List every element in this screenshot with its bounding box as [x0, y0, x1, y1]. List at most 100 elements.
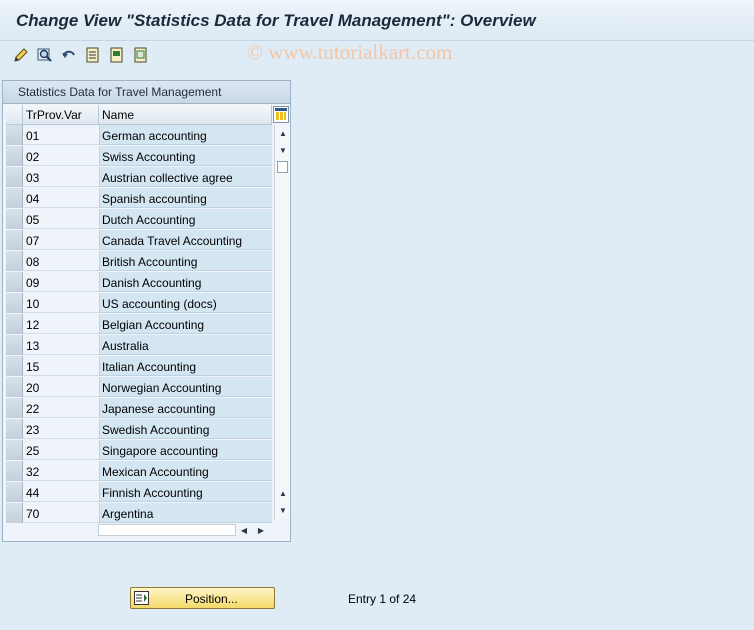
- table-row[interactable]: 32 Mexican Accounting: [6, 461, 272, 482]
- deselect-all-icon[interactable]: [132, 46, 150, 64]
- row-selector[interactable]: [6, 146, 23, 166]
- undo-icon[interactable]: [60, 46, 78, 64]
- table-row[interactable]: 02 Swiss Accounting: [6, 146, 272, 167]
- display-change-icon[interactable]: [12, 46, 30, 64]
- cell-name[interactable]: Finnish Accounting: [99, 482, 272, 502]
- cell-trprov-var[interactable]: 10: [23, 293, 99, 313]
- row-selector[interactable]: [6, 272, 23, 292]
- cell-name[interactable]: Singapore accounting: [99, 440, 272, 460]
- scroll-page-down-icon[interactable]: ▼: [276, 503, 290, 517]
- scroll-left-icon[interactable]: ◀: [237, 524, 251, 537]
- cell-trprov-var[interactable]: 20: [23, 377, 99, 397]
- cell-name[interactable]: British Accounting: [99, 251, 272, 271]
- find-icon[interactable]: [36, 46, 54, 64]
- table-row[interactable]: 23 Swedish Accounting: [6, 419, 272, 440]
- cell-trprov-var[interactable]: 44: [23, 482, 99, 502]
- row-selector[interactable]: [6, 482, 23, 502]
- horizontal-scrollbar[interactable]: ◀ ▶: [96, 521, 274, 539]
- cell-name[interactable]: Dutch Accounting: [99, 209, 272, 229]
- cell-name[interactable]: Japanese accounting: [99, 398, 272, 418]
- row-selector[interactable]: [6, 188, 23, 208]
- position-button[interactable]: Position...: [130, 587, 275, 609]
- cell-trprov-var[interactable]: 25: [23, 440, 99, 460]
- row-selector[interactable]: [6, 356, 23, 376]
- row-selector[interactable]: [6, 125, 23, 145]
- position-button-label: Position...: [185, 592, 238, 606]
- cell-name[interactable]: Italian Accounting: [99, 356, 272, 376]
- entry-counter: Entry 1 of 24: [348, 592, 417, 606]
- cell-name[interactable]: Argentina: [99, 503, 272, 523]
- table-control: Statistics Data for Travel Management Tr…: [2, 80, 291, 542]
- cell-name[interactable]: Danish Accounting: [99, 272, 272, 292]
- cell-trprov-var[interactable]: 23: [23, 419, 99, 439]
- cell-name[interactable]: Swedish Accounting: [99, 419, 272, 439]
- cell-trprov-var[interactable]: 02: [23, 146, 99, 166]
- select-block-icon[interactable]: [108, 46, 126, 64]
- row-selector[interactable]: [6, 503, 23, 523]
- row-selector[interactable]: [6, 377, 23, 397]
- cell-trprov-var[interactable]: 70: [23, 503, 99, 523]
- table-row[interactable]: 04 Spanish accounting: [6, 188, 272, 209]
- cell-trprov-var[interactable]: 03: [23, 167, 99, 187]
- select-all-icon[interactable]: [84, 46, 102, 64]
- table-row[interactable]: 22 Japanese accounting: [6, 398, 272, 419]
- table-row[interactable]: 03 Austrian collective agree: [6, 167, 272, 188]
- column-header-trprov-var[interactable]: TrProv.Var: [23, 105, 99, 125]
- row-selector[interactable]: [6, 230, 23, 250]
- cell-trprov-var[interactable]: 15: [23, 356, 99, 376]
- table-row[interactable]: 15 Italian Accounting: [6, 356, 272, 377]
- row-selector[interactable]: [6, 335, 23, 355]
- cell-trprov-var[interactable]: 08: [23, 251, 99, 271]
- table-row[interactable]: 05 Dutch Accounting: [6, 209, 272, 230]
- table-row[interactable]: 12 Belgian Accounting: [6, 314, 272, 335]
- row-selector[interactable]: [6, 167, 23, 187]
- page-title: Change View "Statistics Data for Travel …: [16, 11, 536, 30]
- cell-name[interactable]: Mexican Accounting: [99, 461, 272, 481]
- table-row[interactable]: 01 German accounting: [6, 125, 272, 146]
- table-settings-icon[interactable]: [273, 106, 289, 123]
- table-row[interactable]: 10 US accounting (docs): [6, 293, 272, 314]
- row-selector[interactable]: [6, 314, 23, 334]
- table-row[interactable]: 13 Australia: [6, 335, 272, 356]
- cell-trprov-var[interactable]: 12: [23, 314, 99, 334]
- cell-trprov-var[interactable]: 04: [23, 188, 99, 208]
- cell-trprov-var[interactable]: 09: [23, 272, 99, 292]
- row-selector[interactable]: [6, 461, 23, 481]
- table-row[interactable]: 09 Danish Accounting: [6, 272, 272, 293]
- table-row[interactable]: 25 Singapore accounting: [6, 440, 272, 461]
- row-selector[interactable]: [6, 398, 23, 418]
- select-all-rows-corner[interactable]: [6, 105, 23, 125]
- row-selector[interactable]: [6, 419, 23, 439]
- cell-trprov-var[interactable]: 32: [23, 461, 99, 481]
- cell-name[interactable]: US accounting (docs): [99, 293, 272, 313]
- row-selector[interactable]: [6, 293, 23, 313]
- cell-name[interactable]: Austrian collective agree: [99, 167, 272, 187]
- cell-name[interactable]: Australia: [99, 335, 272, 355]
- cell-trprov-var[interactable]: 22: [23, 398, 99, 418]
- cell-trprov-var[interactable]: 07: [23, 230, 99, 250]
- scroll-right-icon[interactable]: ▶: [254, 524, 268, 537]
- cell-name[interactable]: German accounting: [99, 125, 272, 145]
- cell-trprov-var[interactable]: 13: [23, 335, 99, 355]
- table-row[interactable]: 44 Finnish Accounting: [6, 482, 272, 503]
- row-selector[interactable]: [6, 251, 23, 271]
- table-row[interactable]: 07 Canada Travel Accounting: [6, 230, 272, 251]
- cell-name[interactable]: Canada Travel Accounting: [99, 230, 272, 250]
- scroll-thumb[interactable]: [277, 161, 288, 173]
- horizontal-scroll-track[interactable]: [98, 524, 236, 536]
- vertical-scrollbar[interactable]: ▲ ▼ ▲ ▼: [274, 125, 290, 519]
- cell-name[interactable]: Belgian Accounting: [99, 314, 272, 334]
- scroll-up-icon[interactable]: ▲: [276, 126, 290, 140]
- table-row[interactable]: 08 British Accounting: [6, 251, 272, 272]
- table-row[interactable]: 20 Norwegian Accounting: [6, 377, 272, 398]
- cell-name[interactable]: Swiss Accounting: [99, 146, 272, 166]
- row-selector[interactable]: [6, 209, 23, 229]
- cell-name[interactable]: Spanish accounting: [99, 188, 272, 208]
- scroll-page-up-icon[interactable]: ▲: [276, 486, 290, 500]
- scroll-down-icon[interactable]: ▼: [276, 143, 290, 157]
- cell-trprov-var[interactable]: 01: [23, 125, 99, 145]
- cell-name[interactable]: Norwegian Accounting: [99, 377, 272, 397]
- row-selector[interactable]: [6, 440, 23, 460]
- cell-trprov-var[interactable]: 05: [23, 209, 99, 229]
- column-header-name[interactable]: Name: [99, 105, 272, 125]
